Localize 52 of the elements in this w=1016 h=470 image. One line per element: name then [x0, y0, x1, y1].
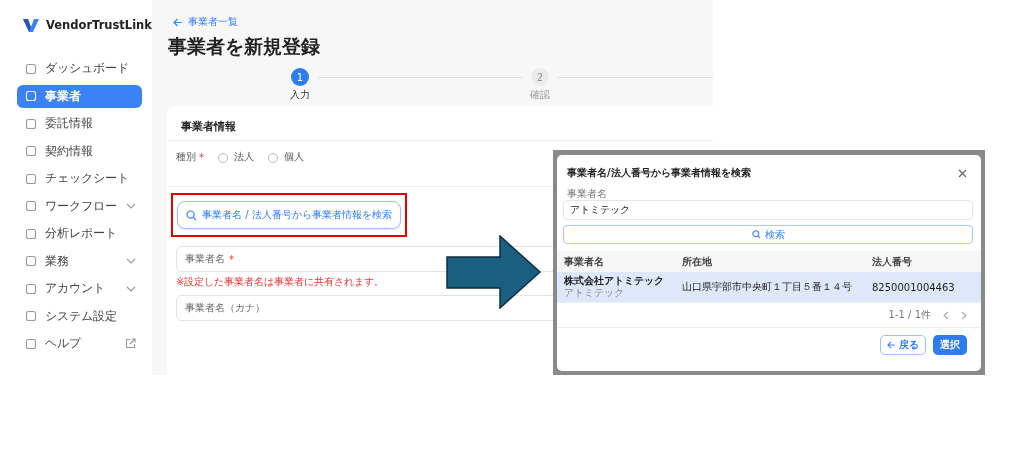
column-header: 事業者名: [564, 254, 605, 269]
back-arrow-icon: [887, 341, 896, 349]
chevron-down-icon: [126, 258, 136, 264]
search-button[interactable]: 検索: [563, 225, 973, 244]
required-mark: *: [199, 152, 204, 163]
sidebar-item[interactable]: 分析レポート: [17, 222, 142, 245]
search-icon: [186, 209, 198, 221]
sidebar-item[interactable]: アカウント: [17, 277, 142, 300]
sidebar-item[interactable]: ダッシュボード: [17, 57, 142, 80]
column-header: 法人番号: [872, 254, 912, 269]
field-label: 種別: [176, 151, 196, 164]
radio-label: 個人: [284, 151, 304, 164]
search-button[interactable]: 事業者名 / 法人番号から事業者情報を検索: [177, 201, 401, 229]
next-page-icon[interactable]: [961, 310, 967, 320]
step-number: 2: [531, 68, 549, 86]
field-note: ※設定した事業者名は事業者に共有されます。: [176, 275, 385, 289]
step-number: 1: [291, 68, 309, 86]
close-icon[interactable]: [958, 168, 967, 178]
back-arrow-icon: [173, 17, 183, 27]
pagination-text: 1-1 / 1件: [888, 308, 931, 322]
sidebar-item[interactable]: 事業者: [17, 84, 142, 108]
sidebar-item[interactable]: チェックシート: [17, 167, 142, 190]
back-link[interactable]: 事業者一覧: [173, 16, 238, 28]
search-icon: [751, 230, 761, 239]
table-row[interactable]: 株式会社アトミテック アトミテック 山口県宇部市中央町１丁目５番１４号 8250001004463: [557, 272, 981, 303]
column-header: 所在地: [682, 254, 713, 269]
table-cell: 8250001004463: [872, 281, 955, 293]
chevron-down-icon: [126, 203, 136, 209]
sidebar-item[interactable]: システム設定: [17, 304, 142, 328]
select-button[interactable]: 選択: [933, 335, 967, 355]
right-arrow-icon: [446, 235, 542, 309]
back-button[interactable]: 戻る: [880, 335, 926, 355]
sidebar-item[interactable]: ワークフロー: [17, 194, 142, 218]
chevron-down-icon: [126, 285, 136, 292]
input-field[interactable]: アトミテック: [563, 200, 973, 220]
step-label: 確認: [530, 88, 550, 102]
previous-page-icon[interactable]: [943, 310, 949, 320]
logo-icon: [22, 16, 40, 34]
sidebar-item[interactable]: ヘルプ: [17, 332, 142, 355]
table-cell-text: 株式会社アトミテック: [564, 275, 665, 287]
step-label: 入力: [290, 88, 310, 102]
field-label: 事業者名: [567, 188, 608, 199]
sidebar-item[interactable]: 委託情報: [17, 112, 142, 135]
external-link-icon: [125, 338, 136, 349]
sidebar-item[interactable]: 業務: [17, 249, 142, 273]
dialog-title: 事業者名/法人番号から事業者情報を検索: [567, 166, 751, 180]
sidebar-item[interactable]: 契約情報: [17, 139, 142, 163]
app-logo-text: VendorTrustLink: [46, 18, 152, 32]
page-title: 事業者を新規登録: [168, 34, 321, 58]
section-title: 事業者情報: [167, 106, 713, 141]
table-cell-text: 山口県宇部市中央町１丁目５番１４号: [682, 280, 853, 294]
radio-label: 法人: [234, 151, 254, 164]
